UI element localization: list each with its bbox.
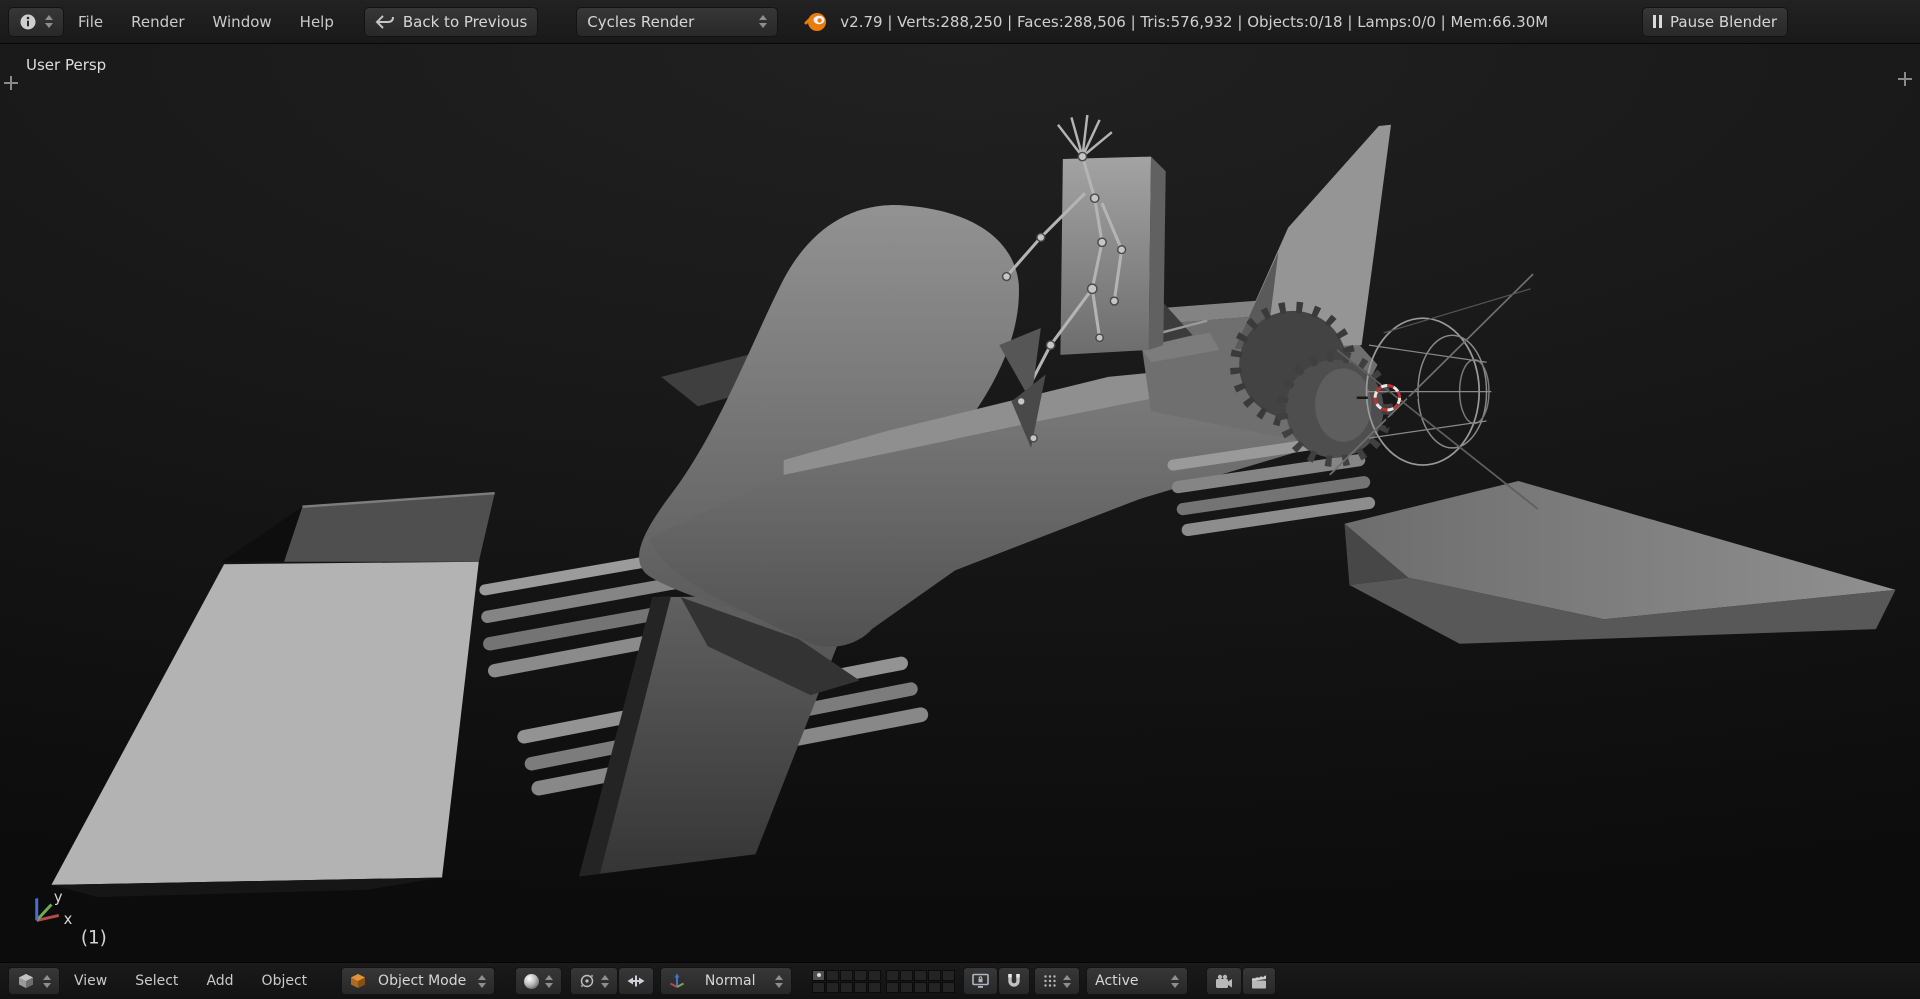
editor-type-button-3dview[interactable] bbox=[8, 967, 60, 995]
area-expand-handle-right-icon[interactable] bbox=[1898, 72, 1912, 86]
layer-cell[interactable] bbox=[914, 981, 928, 993]
scene-canvas[interactable]: x y (1) bbox=[0, 44, 1920, 962]
render-engine-select[interactable]: Cycles Render bbox=[576, 6, 779, 37]
magnet-icon bbox=[1008, 974, 1020, 987]
menu-object[interactable]: Object bbox=[248, 973, 322, 989]
active-layer-indicator: (1) bbox=[81, 928, 107, 949]
updown-arrows-icon bbox=[43, 974, 51, 988]
axis-gizmo: x y bbox=[35, 889, 73, 928]
snap-toggle[interactable] bbox=[998, 967, 1031, 995]
back-to-previous-label: Back to Previous bbox=[402, 12, 528, 31]
layer-cell[interactable] bbox=[942, 969, 956, 981]
object-cube-icon bbox=[351, 974, 366, 988]
layer-group bbox=[812, 969, 882, 993]
blender-window: File Render Window Help Back to Previous… bbox=[0, 0, 1920, 999]
viewport-cube-icon bbox=[19, 974, 33, 988]
updown-arrows-icon bbox=[601, 974, 610, 988]
axis-x-label: x bbox=[64, 911, 73, 928]
updown-arrows-icon bbox=[545, 974, 554, 988]
viewport-header: View Select Add Object Object Mode Norma… bbox=[0, 962, 1920, 999]
editor-type-button[interactable] bbox=[8, 6, 64, 37]
axis-icon bbox=[670, 973, 685, 988]
layer-cell[interactable] bbox=[900, 981, 914, 993]
screen-lock-icon bbox=[972, 973, 989, 988]
model-back-panel[interactable] bbox=[1060, 156, 1166, 355]
view-name-label: User Persp bbox=[26, 56, 107, 74]
pause-blender-button[interactable]: Pause Blender bbox=[1642, 6, 1788, 37]
menu-window[interactable]: Window bbox=[199, 13, 286, 31]
model-right-wing[interactable] bbox=[1344, 480, 1896, 644]
menu-view[interactable]: View bbox=[60, 973, 121, 989]
render-engine-value: Cycles Render bbox=[587, 12, 695, 31]
menu-select[interactable]: Select bbox=[121, 973, 192, 989]
back-to-previous-button[interactable]: Back to Previous bbox=[363, 6, 539, 37]
manipulate-center-points-toggle[interactable] bbox=[618, 967, 655, 995]
menu-file[interactable]: File bbox=[64, 13, 117, 31]
layer-cell[interactable] bbox=[826, 981, 840, 993]
interaction-mode-value: Object Mode bbox=[378, 973, 467, 989]
menu-add[interactable]: Add bbox=[192, 973, 247, 989]
center-points-icon bbox=[627, 975, 645, 987]
interaction-mode-select[interactable]: Object Mode bbox=[341, 967, 496, 995]
layer-cell[interactable] bbox=[854, 969, 868, 981]
layer-cell[interactable] bbox=[928, 969, 942, 981]
menu-render[interactable]: Render bbox=[117, 13, 198, 31]
3d-viewport[interactable]: x y (1) User Persp bbox=[0, 44, 1920, 962]
layer-cell[interactable] bbox=[812, 969, 826, 981]
increment-snap-icon bbox=[1044, 975, 1056, 987]
opengl-render-button[interactable] bbox=[1206, 967, 1243, 995]
layer-cell[interactable] bbox=[868, 969, 882, 981]
info-header: File Render Window Help Back to Previous… bbox=[0, 0, 1920, 44]
pause-icon bbox=[1653, 15, 1662, 28]
layer-cell[interactable] bbox=[868, 981, 882, 993]
clapperboard-icon bbox=[1252, 973, 1267, 988]
scene-statistics: v2.79 | Verts:288,250 | Faces:288,506 | … bbox=[840, 12, 1549, 31]
layer-cell[interactable] bbox=[840, 969, 854, 981]
back-arrow-icon bbox=[375, 14, 394, 29]
viewport-shading-select[interactable] bbox=[515, 967, 563, 995]
snap-target-value: Active bbox=[1095, 973, 1139, 989]
layer-cell[interactable] bbox=[900, 969, 914, 981]
layer-cell[interactable] bbox=[886, 969, 900, 981]
pivot-point-select[interactable] bbox=[570, 967, 619, 995]
snap-element-select[interactable] bbox=[1034, 967, 1081, 995]
camera-icon bbox=[1216, 974, 1233, 988]
layer-cell[interactable] bbox=[854, 981, 868, 993]
layer-cell[interactable] bbox=[914, 969, 928, 981]
updown-arrows-icon bbox=[759, 15, 768, 28]
updown-arrows-icon bbox=[775, 974, 784, 988]
layer-group bbox=[886, 969, 956, 993]
pivot-median-icon bbox=[580, 974, 594, 988]
updown-arrows-icon bbox=[45, 15, 53, 28]
layer-cell[interactable] bbox=[886, 981, 900, 993]
lock-to-scene-toggle[interactable] bbox=[963, 967, 999, 995]
updown-arrows-icon bbox=[1171, 974, 1180, 988]
layer-cell[interactable] bbox=[942, 981, 956, 993]
transform-orientation-value: Normal bbox=[704, 973, 756, 989]
pause-blender-label: Pause Blender bbox=[1670, 12, 1777, 31]
transform-orientation-select[interactable]: Normal bbox=[660, 967, 793, 995]
info-icon bbox=[20, 14, 36, 29]
menu-help[interactable]: Help bbox=[286, 13, 348, 31]
model-left-wing[interactable] bbox=[51, 491, 495, 898]
layer-cell[interactable] bbox=[840, 981, 854, 993]
axis-y-label: y bbox=[54, 889, 63, 906]
layer-cell[interactable] bbox=[928, 981, 942, 993]
area-expand-handle-left-icon[interactable] bbox=[4, 76, 18, 90]
snap-target-select[interactable]: Active bbox=[1086, 967, 1189, 995]
updown-arrows-icon bbox=[1063, 974, 1072, 988]
updown-arrows-icon bbox=[478, 974, 487, 988]
layer-cell[interactable] bbox=[826, 969, 840, 981]
sphere-icon bbox=[524, 973, 540, 989]
opengl-render-animation-button[interactable] bbox=[1242, 967, 1277, 995]
blender-logo-icon bbox=[804, 12, 827, 31]
layers-widget bbox=[812, 969, 956, 993]
layer-cell[interactable] bbox=[812, 981, 826, 993]
